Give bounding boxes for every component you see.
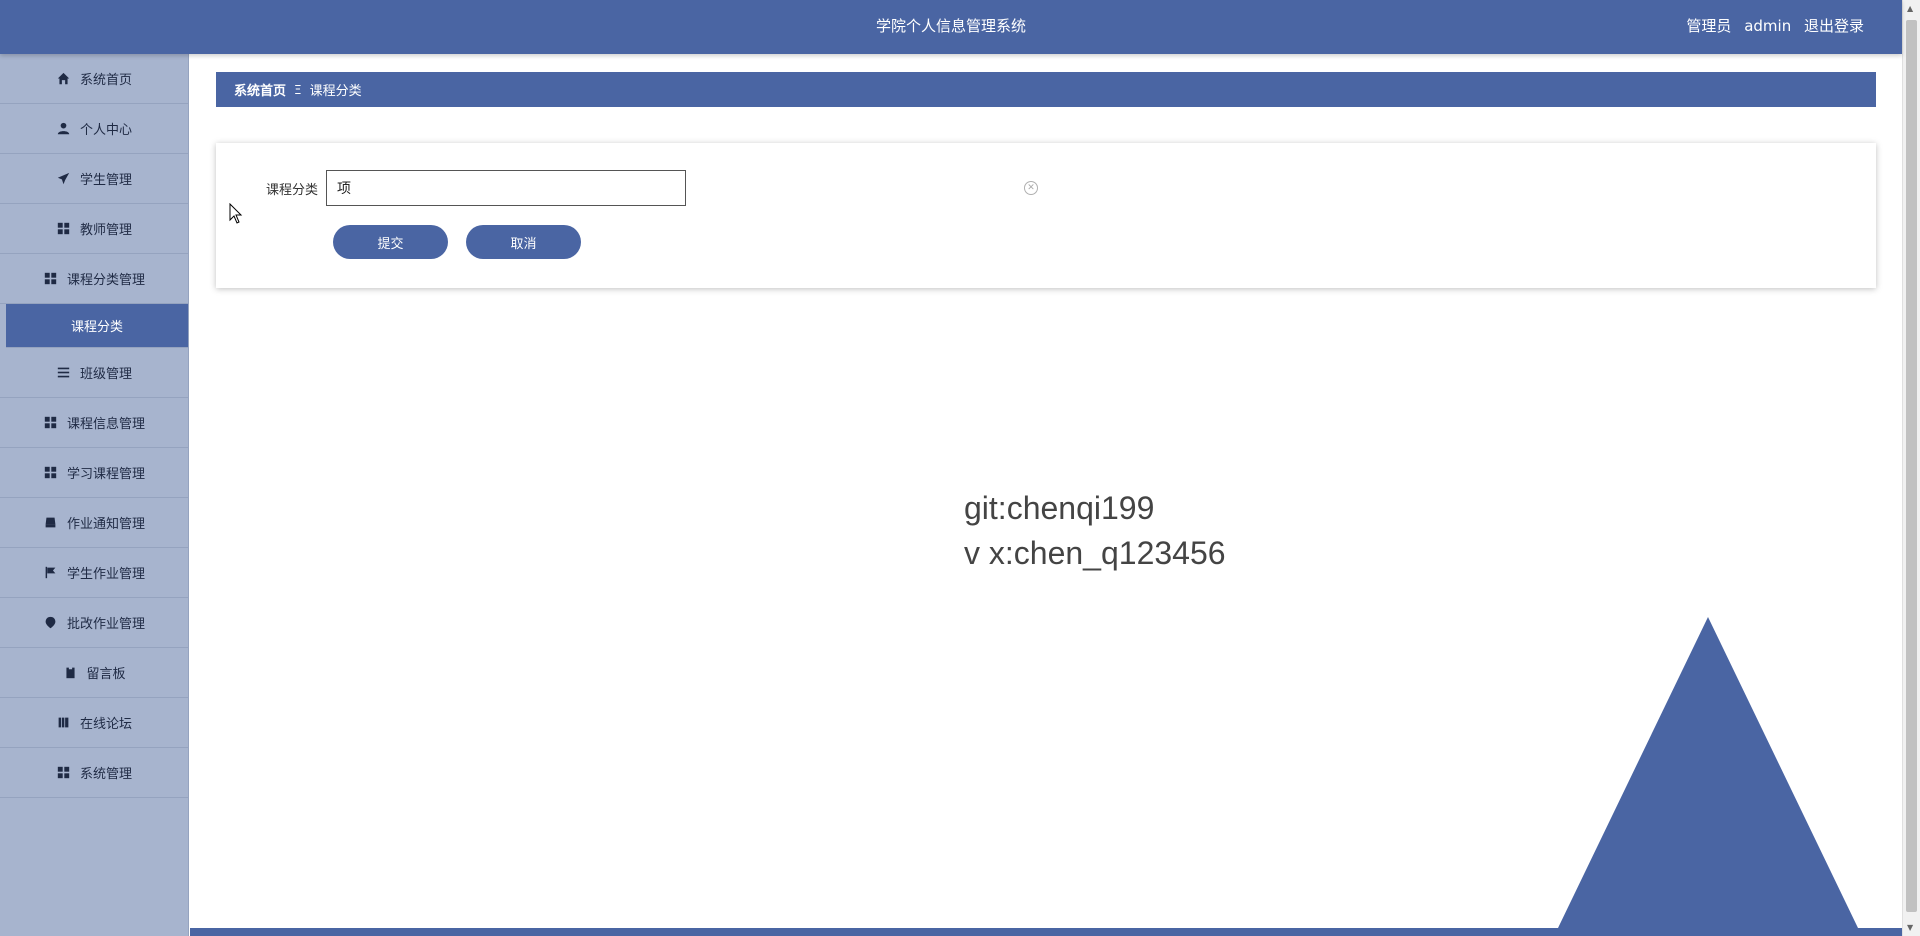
sidebar-item-forum[interactable]: 在线论坛 (0, 698, 188, 748)
breadcrumb-current: 课程分类 (309, 84, 362, 99)
scroll-up-arrow-icon[interactable]: ▲ (1907, 4, 1913, 13)
decorative-triangle (1558, 617, 1858, 928)
inbox-icon (43, 515, 59, 531)
sidebar-item-label: 课程信息管理 (66, 417, 145, 432)
scrollbar-thumb[interactable] (1906, 20, 1917, 912)
sidebar-item-teachers[interactable]: 教师管理 (0, 204, 188, 254)
mouse-cursor-icon (229, 203, 243, 224)
watermark: git:chenqi199 v x:chen_q123456 (964, 486, 1226, 576)
sidebar-item-classes[interactable]: 班级管理 (0, 348, 188, 398)
sidebar-item-label: 在线论坛 (79, 717, 132, 732)
sidebar: 系统首页 个人中心 学生管理 教师管理 课程分类管理 课程分类 班级管理 课程信… (0, 54, 189, 936)
form-row-category: 课程分类 (216, 170, 686, 206)
sidebar-item-label: 留言板 (86, 667, 126, 682)
grid-icon (43, 415, 59, 431)
sidebar-item-label: 学生作业管理 (66, 567, 145, 582)
sidebar-subitem-course-category[interactable]: 课程分类 (0, 304, 188, 348)
grid-icon (56, 221, 72, 237)
sidebar-item-home[interactable]: 系统首页 (0, 54, 188, 104)
clear-icon[interactable]: ✕ (1024, 181, 1038, 195)
sidebar-item-study-courses[interactable]: 学习课程管理 (0, 448, 188, 498)
sidebar-item-profile[interactable]: 个人中心 (0, 104, 188, 154)
breadcrumb: 系统首页 Ξ 课程分类 (216, 72, 1876, 107)
flag-icon (43, 565, 59, 581)
category-label: 课程分类 (265, 182, 318, 198)
user-icon (56, 121, 72, 137)
vertical-scrollbar[interactable]: ▲ ▼ (1902, 0, 1920, 936)
sidebar-item-label: 班级管理 (79, 367, 132, 382)
sidebar-item-label: 系统管理 (79, 767, 132, 782)
breadcrumb-separator: Ξ (294, 82, 302, 97)
grid-icon (43, 271, 59, 287)
cancel-button[interactable]: 取消 (466, 225, 581, 259)
grid-icon (43, 465, 59, 481)
watermark-line-git: git:chenqi199 (964, 490, 1155, 526)
sidebar-item-label: 系统首页 (79, 73, 132, 88)
sidebar-item-message-board[interactable]: 留言板 (0, 648, 188, 698)
home-icon (56, 71, 72, 87)
paper-plane-icon (56, 171, 72, 187)
sidebar-item-label: 学习课程管理 (66, 467, 145, 482)
sidebar-item-grade-homework[interactable]: 批改作业管理 (0, 598, 188, 648)
sidebar-item-label: 学生管理 (79, 173, 132, 188)
clipboard-icon (62, 665, 78, 681)
location-icon (43, 615, 59, 631)
sidebar-item-system[interactable]: 系统管理 (0, 748, 188, 798)
sidebar-item-label: 教师管理 (79, 223, 132, 238)
grid-icon (56, 765, 72, 781)
app-title: 学院个人信息管理系统 (875, 17, 1026, 35)
user-name: admin (1744, 17, 1792, 35)
form-card: 课程分类 ✕ 提交 取消 (216, 143, 1876, 288)
user-area: 管理员 admin 退出登录 (1678, 0, 1864, 53)
book-icon (56, 715, 72, 731)
list-icon (56, 365, 72, 381)
sidebar-item-students[interactable]: 学生管理 (0, 154, 188, 204)
sidebar-item-course-info[interactable]: 课程信息管理 (0, 398, 188, 448)
logout-link[interactable]: 退出登录 (1804, 17, 1864, 35)
category-input[interactable] (326, 170, 686, 206)
sidebar-item-label: 课程分类 (70, 320, 123, 335)
sidebar-item-label: 作业通知管理 (66, 517, 145, 532)
sidebar-item-label: 个人中心 (79, 123, 132, 138)
bottom-strip (190, 928, 1902, 936)
top-header: 学院个人信息管理系统 管理员 admin 退出登录 (0, 0, 1902, 54)
sidebar-item-label: 课程分类管理 (66, 273, 145, 288)
sidebar-item-homework-notice[interactable]: 作业通知管理 (0, 498, 188, 548)
sidebar-item-course-category-mgmt[interactable]: 课程分类管理 (0, 254, 188, 304)
user-role: 管理员 (1686, 17, 1732, 35)
sidebar-item-student-homework[interactable]: 学生作业管理 (0, 548, 188, 598)
scroll-down-arrow-icon[interactable]: ▼ (1907, 923, 1913, 932)
sidebar-item-label: 批改作业管理 (66, 617, 145, 632)
submit-button[interactable]: 提交 (333, 225, 448, 259)
watermark-line-vx: v x:chen_q123456 (964, 535, 1226, 571)
breadcrumb-home-link[interactable]: 系统首页 (234, 80, 286, 99)
